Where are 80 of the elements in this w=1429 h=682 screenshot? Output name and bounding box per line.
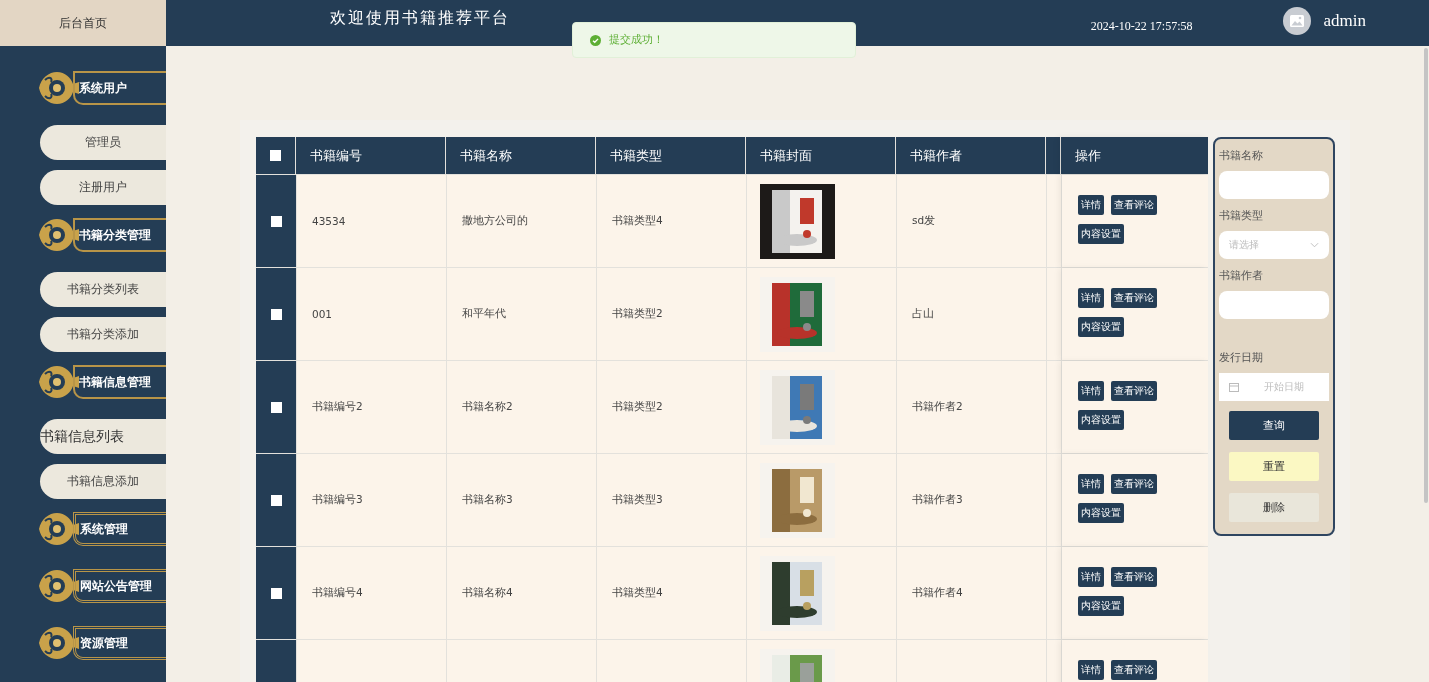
menu-group[interactable]: 资源管理 <box>73 626 166 660</box>
action-button[interactable]: 查看评论 <box>1111 474 1157 494</box>
user-name[interactable]: admin <box>1323 11 1366 31</box>
table-cell: 书籍作者3 <box>897 454 1047 546</box>
field-label: 书籍类型 <box>1219 209 1264 223</box>
menu-item[interactable]: 书籍分类列表 <box>40 272 166 307</box>
action-button[interactable]: 查看评论 <box>1111 195 1157 215</box>
menu-group[interactable]: 系统用户 <box>73 71 166 105</box>
column-header: 书籍编号 <box>296 137 446 174</box>
table-cell: 和平年代 <box>447 268 597 360</box>
column-header: 操作 <box>1061 137 1208 174</box>
action-button[interactable]: 详情 <box>1078 474 1104 494</box>
column-header: 书籍封面 <box>746 137 896 174</box>
column-header: 书籍类型 <box>596 137 746 174</box>
action-button[interactable]: 内容设置 <box>1078 596 1124 616</box>
row-checkbox[interactable] <box>270 308 282 320</box>
table-cell: 书籍名称3 <box>447 454 597 546</box>
menu-item[interactable]: 书籍信息列表 <box>40 419 166 454</box>
menu-item[interactable]: 书籍分类添加 <box>40 317 166 352</box>
field-label: 书籍作者 <box>1219 269 1264 283</box>
row-checkbox[interactable] <box>270 587 282 599</box>
home-link[interactable]: 后台首页 <box>0 0 166 46</box>
table-cell: 书籍名称2 <box>447 361 597 453</box>
toast-message: 提交成功！ <box>609 33 664 47</box>
table-cell: 书籍作者4 <box>897 547 1047 639</box>
table-cell: 43534 <box>297 175 447 267</box>
table-cell: 书籍类型4 <box>597 175 747 267</box>
menu-item[interactable]: 书籍信息添加 <box>40 464 166 499</box>
column-header: 书籍作者 <box>896 137 1046 174</box>
select-all-checkbox[interactable] <box>270 150 281 161</box>
action-button[interactable]: 查看评论 <box>1111 660 1157 680</box>
action-button[interactable]: 查看评论 <box>1111 567 1157 587</box>
row-checkbox[interactable] <box>270 401 282 413</box>
chevron-down-icon <box>1310 242 1319 248</box>
table-cell: 书籍编号2 <box>297 361 447 453</box>
field-label: 书籍名称 <box>1219 149 1264 163</box>
table-cell: 书籍类型2 <box>597 361 747 453</box>
action-button[interactable]: 查看评论 <box>1111 288 1157 308</box>
action-button[interactable]: 详情 <box>1078 288 1104 308</box>
action-button[interactable]: 内容设置 <box>1078 317 1124 337</box>
action-button[interactable]: 详情 <box>1078 195 1104 215</box>
table-cell: 撒地方公司的 <box>447 175 597 267</box>
action-button[interactable]: 查看评论 <box>1111 381 1157 401</box>
scrollbar[interactable] <box>1424 48 1428 503</box>
app-title: 欢迎使用书籍推荐平台 <box>330 7 510 29</box>
row-checkbox[interactable] <box>270 215 282 227</box>
calendar-icon <box>1229 382 1239 392</box>
table-cell: 书籍类型4 <box>597 547 747 639</box>
table-cell: 001 <box>297 268 447 360</box>
table-cell: 书籍编号3 <box>297 454 447 546</box>
input-field[interactable] <box>1219 171 1329 199</box>
menu-group[interactable]: 系统管理 <box>73 512 166 546</box>
avatar-icon[interactable] <box>1282 7 1311 35</box>
table-cell: 书籍名称4 <box>447 547 597 639</box>
row-checkbox[interactable] <box>270 494 282 506</box>
table-cell: 书籍类型3 <box>597 454 747 546</box>
menu-item[interactable]: 管理员 <box>40 125 166 160</box>
table-cell: 书籍作者2 <box>897 361 1047 453</box>
menu-group[interactable]: 网站公告管理 <box>73 569 166 603</box>
search-button[interactable]: 重置 <box>1229 452 1319 481</box>
input-field[interactable] <box>1219 291 1329 319</box>
menu-group[interactable]: 书籍信息管理 <box>73 365 166 399</box>
table-cell: sd发 <box>897 175 1047 267</box>
action-button[interactable]: 详情 <box>1078 381 1104 401</box>
check-icon <box>590 34 601 46</box>
column-header: 书籍名称 <box>446 137 596 174</box>
search-button[interactable]: 查询 <box>1229 411 1319 440</box>
table-cell: 占山 <box>897 268 1047 360</box>
action-button[interactable]: 内容设置 <box>1078 224 1124 244</box>
menu-group[interactable]: 书籍分类管理 <box>73 218 166 252</box>
action-button[interactable]: 内容设置 <box>1078 503 1124 523</box>
datetime: 2024-10-22 17:57:58 <box>1090 18 1193 34</box>
table-cell: 书籍编号4 <box>297 547 447 639</box>
menu-item[interactable]: 注册用户 <box>40 170 166 205</box>
action-button[interactable]: 详情 <box>1078 660 1104 680</box>
action-button[interactable]: 内容设置 <box>1078 410 1124 430</box>
action-button[interactable]: 详情 <box>1078 567 1104 587</box>
table-cell: 书籍类型2 <box>597 268 747 360</box>
search-button[interactable]: 删除 <box>1229 493 1319 522</box>
field-label: 发行日期 <box>1219 351 1264 365</box>
